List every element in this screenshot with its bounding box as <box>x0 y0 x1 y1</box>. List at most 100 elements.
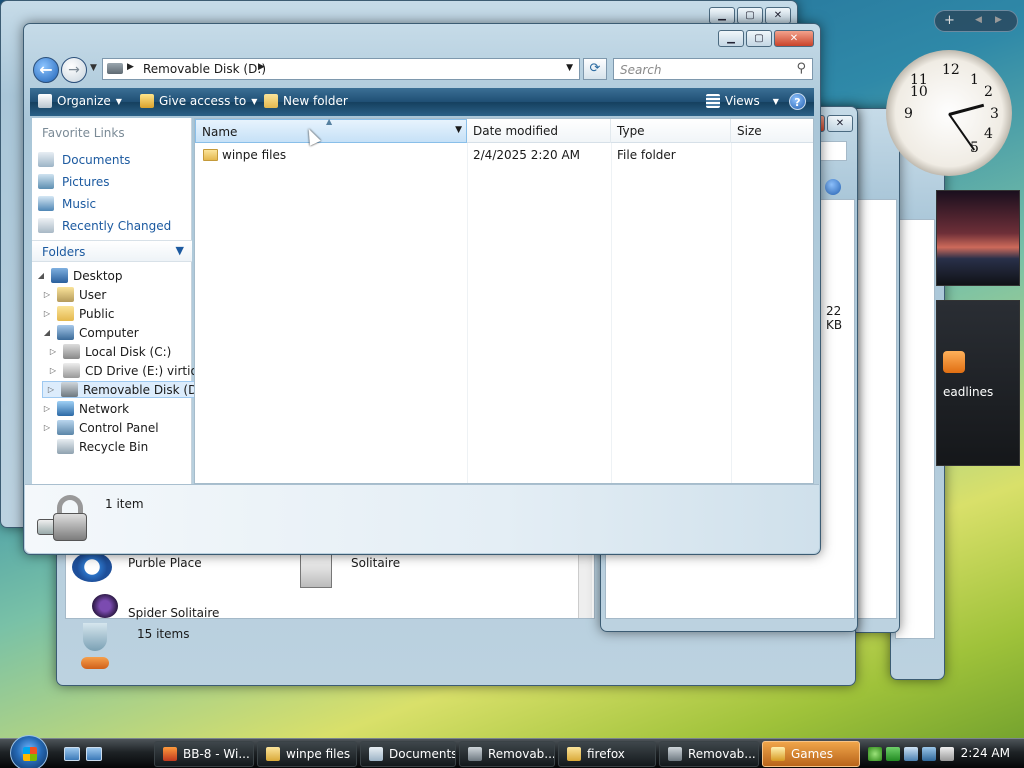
close-button[interactable]: ✕ <box>765 7 791 24</box>
taskbar-button-firefox[interactable]: firefox <box>558 741 656 767</box>
column-header-label: Name <box>202 125 238 139</box>
breadcrumb-separator[interactable]: ▶ <box>258 62 265 72</box>
taskbar-button-bb8[interactable]: BB-8 - Wi... <box>154 741 254 767</box>
tree-item-user[interactable]: ▷ User <box>42 287 106 302</box>
show-desktop-icon[interactable] <box>64 747 80 761</box>
clock-gadget[interactable]: 12 1 2 3 4 5 10 9 11 <box>886 50 1012 176</box>
refresh-button[interactable]: ⟳ <box>583 58 607 80</box>
favorite-link-label: Recently Changed <box>62 218 172 233</box>
address-dropdown-icon[interactable]: ▼ <box>566 63 573 73</box>
new-folder-button[interactable]: New folder <box>264 94 348 108</box>
navigation-pane: Favorite Links Documents Pictures Music … <box>32 118 212 484</box>
search-icon[interactable] <box>817 141 847 161</box>
tray-security-icon[interactable] <box>886 747 900 761</box>
column-header-date[interactable]: Date modified <box>467 119 611 143</box>
minimize-button[interactable]: ▁ <box>718 30 744 47</box>
sort-ascending-icon: ▲ <box>326 118 333 126</box>
taskbar-button-documents[interactable]: Documents <box>360 741 456 767</box>
tray-monitor-icon[interactable] <box>922 747 936 761</box>
tree-item-public[interactable]: ▷ Public <box>42 306 115 321</box>
file-list-pane[interactable]: ▲ Name ▼ Date modified Type Size winpe f… <box>194 118 814 484</box>
tree-item-computer[interactable]: ◢ Computer <box>42 325 139 340</box>
tree-item-cd-drive[interactable]: ▷ CD Drive (E:) virtio-w <box>48 363 212 378</box>
taskbar-button-games[interactable]: Games <box>762 741 860 767</box>
search-input[interactable]: Search ⚲ <box>613 58 813 80</box>
music-icon <box>38 196 54 211</box>
breadcrumb-separator[interactable]: ▶ <box>127 62 134 72</box>
tree-expander[interactable]: ▷ <box>42 290 52 299</box>
help-icon[interactable] <box>825 179 841 195</box>
help-button[interactable]: ? <box>789 93 806 110</box>
pictures-icon <box>38 174 54 189</box>
close-button-2[interactable]: ✕ <box>827 115 853 132</box>
favorite-link-pictures[interactable]: Pictures <box>38 174 110 189</box>
column-header-size[interactable]: Size <box>731 119 813 143</box>
tree-item-network[interactable]: ▷ Network <box>42 401 129 416</box>
maximize-button[interactable]: ▢ <box>737 7 763 24</box>
tree-expander[interactable]: ▷ <box>48 366 58 375</box>
add-gadget-button[interactable]: + <box>944 13 955 28</box>
file-name-cell[interactable]: winpe files <box>203 148 286 162</box>
tree-item-recycle-bin[interactable]: Recycle Bin <box>42 439 148 454</box>
prev-gadget-button[interactable]: ◀ <box>975 15 982 25</box>
game-item-label[interactable]: Purble Place <box>128 556 202 570</box>
tree-item-removable-disk[interactable]: ▷ Removable Disk (D:) <box>42 381 211 398</box>
tree-item-control-panel[interactable]: ▷ Control Panel <box>42 420 159 435</box>
game-item-label[interactable]: Spider Solitaire <box>128 606 219 620</box>
maximize-button[interactable]: ▢ <box>746 30 772 47</box>
taskbar-button-removable-2[interactable]: Removab... <box>659 741 759 767</box>
back-button[interactable]: ← <box>33 57 59 83</box>
tree-expander[interactable]: ▷ <box>42 309 52 318</box>
switch-windows-icon[interactable] <box>86 747 102 761</box>
taskbar-button-removable-1[interactable]: Removab... <box>459 741 555 767</box>
recent-pages-dropdown[interactable]: ▼ <box>90 63 97 73</box>
system-clock[interactable]: 2:24 AM <box>961 746 1010 760</box>
computer-icon <box>57 325 74 340</box>
taskbar-button-label: Removab... <box>688 747 756 761</box>
views-button[interactable]: Views ▼ <box>706 94 779 108</box>
tree-expander[interactable]: ▷ <box>42 404 52 413</box>
tray-network-icon[interactable] <box>868 747 882 761</box>
column-header-type[interactable]: Type <box>611 119 731 143</box>
volume-muted-icon[interactable] <box>940 747 954 761</box>
tree-item-desktop[interactable]: ◢ Desktop <box>36 268 123 283</box>
feed-headlines-gadget[interactable]: eadlines <box>936 300 1020 466</box>
rss-icon <box>943 351 965 373</box>
give-access-button[interactable]: Give access to ▼ <box>140 94 257 108</box>
organize-button[interactable]: Organize ▼ <box>38 94 122 108</box>
game-item-label[interactable]: Solitaire <box>351 556 400 570</box>
breadcrumb-current[interactable]: Removable Disk (D:) <box>143 62 266 76</box>
taskbar-button-winpe-files[interactable]: winpe files <box>257 741 357 767</box>
folder-icon <box>266 747 280 761</box>
close-button[interactable]: ✕ <box>774 30 814 47</box>
next-gadget-button[interactable]: ▶ <box>995 15 1002 25</box>
games-scrollbar[interactable] <box>578 552 592 618</box>
forward-button[interactable]: → <box>61 57 87 83</box>
favorite-link-documents[interactable]: Documents <box>38 152 130 167</box>
address-bar[interactable]: ▶ Removable Disk (D:) ▶ ▼ <box>102 58 580 80</box>
tree-expander[interactable]: ▷ <box>42 423 52 432</box>
start-button[interactable] <box>10 735 48 768</box>
tree-item-local-disk[interactable]: ▷ Local Disk (C:) <box>48 344 171 359</box>
column-filter-dropdown[interactable]: ▼ <box>455 125 462 135</box>
tree-expander[interactable]: ◢ <box>42 328 52 337</box>
tree-item-label: Desktop <box>73 268 123 283</box>
minimize-button[interactable]: ▁ <box>709 7 735 24</box>
tree-expander[interactable]: ◢ <box>36 271 46 280</box>
favorite-link-music[interactable]: Music <box>38 196 96 211</box>
folders-toggle[interactable]: Folders ▼ <box>32 240 192 262</box>
recent-icon <box>38 218 54 233</box>
slideshow-gadget[interactable] <box>936 190 1020 286</box>
caption-buttons: ▁ ▢ ✕ <box>718 30 814 47</box>
chevron-down-icon: ▼ <box>772 96 779 106</box>
file-row[interactable]: winpe files 2/4/2025 2:20 AM File folder <box>195 145 813 165</box>
new-folder-label: New folder <box>283 94 348 108</box>
favorite-link-recently-changed[interactable]: Recently Changed <box>38 218 171 233</box>
column-header-name[interactable]: ▲ Name ▼ <box>195 119 467 143</box>
favorite-link-label: Pictures <box>62 174 110 189</box>
tree-expander[interactable]: ▷ <box>48 347 58 356</box>
tree-expander[interactable]: ▷ <box>46 385 56 394</box>
search-icon[interactable]: ⚲ <box>796 61 806 76</box>
explorer-window[interactable]: ▁ ▢ ✕ ← → ▼ ▶ Removable Disk (D:) ▶ ▼ ⟳ … <box>23 23 821 555</box>
tray-device-icon[interactable] <box>904 747 918 761</box>
